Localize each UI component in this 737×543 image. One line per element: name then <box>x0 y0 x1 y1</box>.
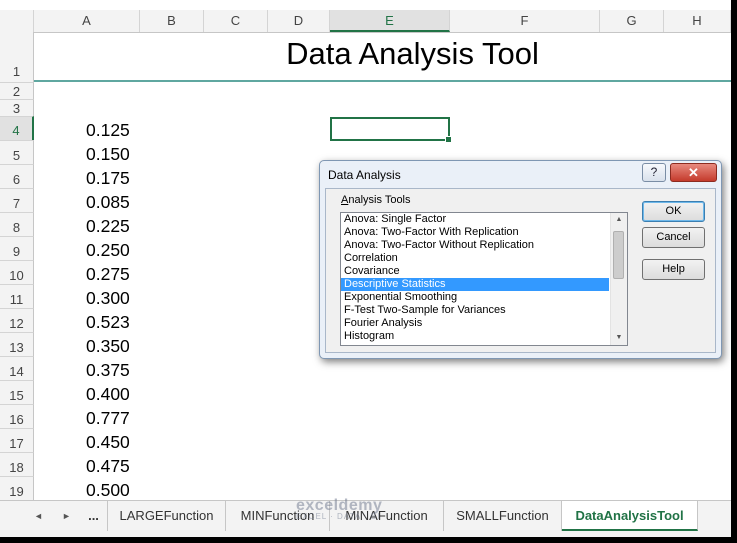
list-item-anova-single[interactable]: Anova: Single Factor <box>341 213 609 226</box>
help-button[interactable]: Help <box>642 259 705 280</box>
row-header-17[interactable]: 17 <box>0 428 34 452</box>
row-header-3[interactable]: 3 <box>0 99 34 116</box>
column-header-b[interactable]: B <box>140 10 204 32</box>
cell-a9[interactable]: 0.250 <box>86 240 130 261</box>
column-header-a[interactable]: A <box>34 10 140 32</box>
list-item-covariance[interactable]: Covariance <box>341 265 609 278</box>
dialog-body: Analysis Tools Anova: Single Factor Anov… <box>325 188 716 353</box>
list-item-fourier[interactable]: Fourier Analysis <box>341 317 609 330</box>
scroll-thumb[interactable] <box>613 231 624 279</box>
list-item-histogram[interactable]: Histogram <box>341 330 609 343</box>
row-header-4[interactable]: 4 <box>0 116 34 140</box>
top-strip <box>0 0 731 10</box>
tab-dataanalysistool[interactable]: DataAnalysisTool <box>562 501 698 531</box>
row-header-12[interactable]: 12 <box>0 308 34 332</box>
cell-a7[interactable]: 0.085 <box>86 192 130 213</box>
row-header-1[interactable]: 1 <box>0 32 34 82</box>
dialog-title: Data Analysis <box>328 168 401 182</box>
row-header-18[interactable]: 18 <box>0 452 34 476</box>
cell-a16[interactable]: 0.777 <box>86 408 130 429</box>
data-analysis-dialog: Data Analysis ? ✕ Analysis Tools Anova: … <box>319 160 722 359</box>
row-header-7[interactable]: 7 <box>0 188 34 212</box>
cell-a11[interactable]: 0.300 <box>86 288 130 309</box>
row-header-15[interactable]: 15 <box>0 380 34 404</box>
row-header-14[interactable]: 14 <box>0 356 34 380</box>
tab-largefunction[interactable]: LARGEFunction <box>108 501 226 531</box>
spreadsheet-window: A B C D E F G H 1 2 3 4 5 6 7 8 9 10 11 … <box>0 0 731 537</box>
active-cell-e4[interactable] <box>330 117 452 143</box>
fill-handle[interactable] <box>445 136 452 143</box>
cell-a14[interactable]: 0.375 <box>86 360 130 381</box>
cell-a4[interactable]: 0.125 <box>86 120 130 141</box>
list-item-exponential-smoothing[interactable]: Exponential Smoothing <box>341 291 609 304</box>
column-header-h[interactable]: H <box>664 10 731 32</box>
list-item-f-test[interactable]: F-Test Two-Sample for Variances <box>341 304 609 317</box>
list-item-anova-two-without[interactable]: Anova: Two-Factor Without Replication <box>341 239 609 252</box>
help-question-icon[interactable]: ? <box>642 163 666 182</box>
row-header-9[interactable]: 9 <box>0 236 34 260</box>
row-header-6[interactable]: 6 <box>0 164 34 188</box>
cell-a19[interactable]: 0.500 <box>86 480 130 501</box>
column-header-e[interactable]: E <box>330 10 450 32</box>
sheet-title: Data Analysis Tool <box>286 36 539 71</box>
analysis-tools-label: Analysis Tools <box>341 194 411 206</box>
column-header-f[interactable]: F <box>450 10 600 32</box>
cancel-button[interactable]: Cancel <box>642 227 705 248</box>
tab-scroll-right-icon[interactable]: ► <box>62 511 71 521</box>
cell-a17[interactable]: 0.450 <box>86 432 130 453</box>
cell-a12[interactable]: 0.523 <box>86 312 130 333</box>
row-header-13[interactable]: 13 <box>0 332 34 356</box>
tab-smallfunction[interactable]: SMALLFunction <box>444 501 562 531</box>
close-icon[interactable]: ✕ <box>670 163 717 182</box>
scroll-up-icon[interactable]: ▲ <box>611 213 627 227</box>
watermark-tagline: EXCEL · DATA · BI <box>296 512 381 521</box>
column-header-bar: A B C D E F G H <box>0 10 731 33</box>
cell-a5[interactable]: 0.150 <box>86 144 130 165</box>
list-item-descriptive-statistics[interactable]: Descriptive Statistics <box>341 278 609 291</box>
cell-a15[interactable]: 0.400 <box>86 384 130 405</box>
cell-a10[interactable]: 0.275 <box>86 264 130 285</box>
cell-a18[interactable]: 0.475 <box>86 456 130 477</box>
cell-a6[interactable]: 0.175 <box>86 168 130 189</box>
analysis-tools-label-rest: nalysis Tools <box>348 194 411 206</box>
column-header-d[interactable]: D <box>268 10 330 32</box>
row-header-19[interactable]: 19 <box>0 476 34 500</box>
title-underline <box>34 80 731 82</box>
column-header-g[interactable]: G <box>600 10 664 32</box>
select-all-corner[interactable] <box>0 10 34 32</box>
row-header-11[interactable]: 11 <box>0 284 34 308</box>
row-header-10[interactable]: 10 <box>0 260 34 284</box>
tab-more[interactable]: ... <box>80 501 108 531</box>
list-item-correlation[interactable]: Correlation <box>341 252 609 265</box>
column-header-c[interactable]: C <box>204 10 268 32</box>
row-header-5[interactable]: 5 <box>0 140 34 164</box>
list-item-anova-two-with[interactable]: Anova: Two-Factor With Replication <box>341 226 609 239</box>
row-header-2[interactable]: 2 <box>0 82 34 99</box>
tab-scroll-left-icon[interactable]: ◄ <box>34 511 43 521</box>
ok-button[interactable]: OK <box>642 201 705 222</box>
exceldemy-watermark: exceldemy EXCEL · DATA · BI <box>296 497 382 521</box>
cell-a8[interactable]: 0.225 <box>86 216 130 237</box>
row-header-16[interactable]: 16 <box>0 404 34 428</box>
cell-a13[interactable]: 0.350 <box>86 336 130 357</box>
analysis-tools-list[interactable]: Anova: Single Factor Anova: Two-Factor W… <box>340 212 628 346</box>
scroll-down-icon[interactable]: ▼ <box>611 331 627 345</box>
row-header-8[interactable]: 8 <box>0 212 34 236</box>
list-scrollbar[interactable]: ▲ ▼ <box>610 213 627 345</box>
